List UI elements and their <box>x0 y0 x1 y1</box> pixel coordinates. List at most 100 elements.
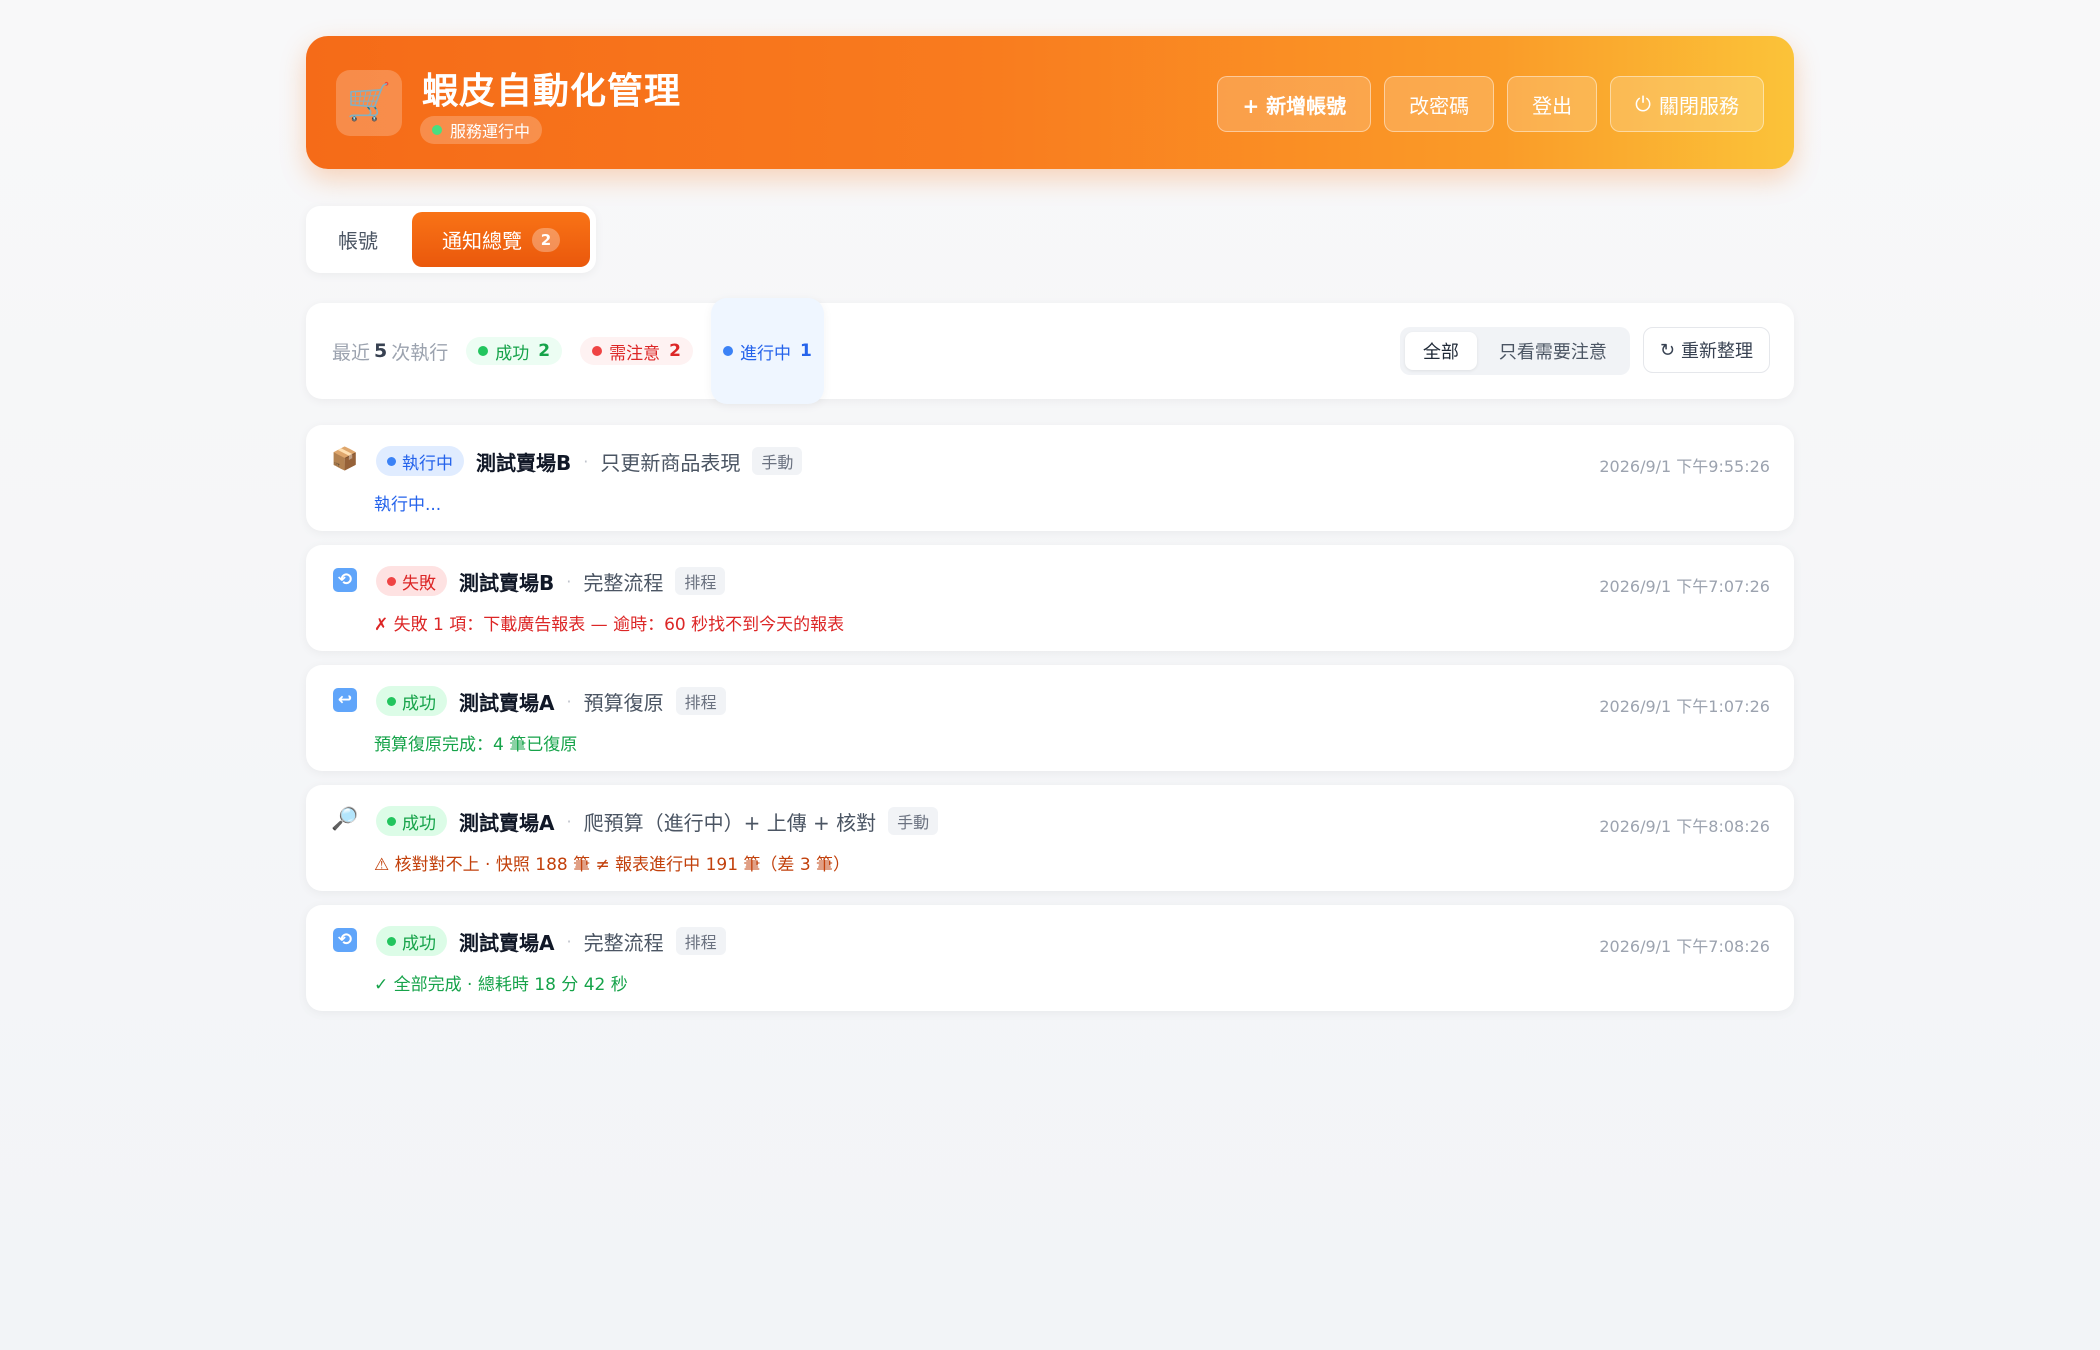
status-badge-success: 成功 <box>376 806 447 836</box>
service-status-label: 服務運行中 <box>450 122 531 141</box>
shutdown-service-button[interactable]: ⏻ 關閉服務 <box>1610 76 1764 132</box>
status-badge-success: 成功 <box>376 926 447 956</box>
status-dot-icon <box>432 125 442 135</box>
run-header: 執行中 測試賣場B · 只更新商品表現 手動 <box>376 445 803 477</box>
status-label: 成功 <box>402 693 436 714</box>
separator-dot: · <box>566 571 572 591</box>
status-label: 成功 <box>402 933 436 954</box>
status-badge-running: 執行中 <box>376 446 464 476</box>
run-item[interactable]: 📦 執行中 測試賣場B · 只更新商品表現 手動 2026/9/1 下午9:55… <box>306 425 1794 531</box>
refresh-label: 重新整理 <box>1681 341 1753 362</box>
trigger-tag: 手動 <box>752 447 803 475</box>
attention-chip-label: 需注意 <box>609 343 661 364</box>
shopping-cart-icon: 🛒 <box>336 70 402 136</box>
package-icon: 📦 <box>331 447 359 472</box>
app-header: 🛒 蝦皮自動化管理 服務運行中 + 新增帳號 改密碼 登出 ⏻ 關閉服務 <box>306 36 1794 169</box>
recent-runs-count: 最近 5 次執行 <box>332 338 448 365</box>
status-label: 執行中 <box>402 453 453 474</box>
separator-dot: · <box>566 691 572 711</box>
status-label: 失敗 <box>402 573 436 594</box>
status-dot-icon <box>387 576 396 586</box>
add-account-button[interactable]: + 新增帳號 <box>1217 76 1372 132</box>
run-timestamp: 2026/9/1 下午7:07:26 <box>1599 577 1770 596</box>
run-item[interactable]: ⟲ 成功 測試賣場A · 完整流程 排程 2026/9/1 下午7:08:26 … <box>306 905 1794 1011</box>
refresh-icon: ⟲ <box>332 927 358 953</box>
refresh-icon: ⟲ <box>332 567 358 593</box>
run-timestamp: 2026/9/1 下午1:07:26 <box>1599 697 1770 716</box>
logout-button[interactable]: 登出 <box>1507 76 1598 132</box>
filter-segmented-control: 全部 只看需要注意 <box>1399 327 1630 375</box>
trigger-tag: 手動 <box>888 807 939 835</box>
filter-attention-button[interactable]: 只看需要注意 <box>1481 332 1625 370</box>
shutdown-service-label: 關閉服務 <box>1659 93 1739 118</box>
status-badge-failed: 失敗 <box>376 566 447 596</box>
task-name: 只更新商品表現 <box>600 450 741 475</box>
status-dot-icon <box>387 816 396 826</box>
task-name: 預算復原 <box>583 690 664 715</box>
tab-notifications[interactable]: 通知總覽 2 <box>412 212 590 267</box>
run-timestamp: 2026/9/1 下午9:55:26 <box>1599 457 1770 476</box>
run-item[interactable]: ↩ 成功 測試賣場A · 預算復原 排程 2026/9/1 下午1:07:26 … <box>306 665 1794 771</box>
task-name: 爬預算（進行中）+ 上傳 + 核對 <box>583 810 877 835</box>
run-list: 📦 執行中 測試賣場B · 只更新商品表現 手動 2026/9/1 下午9:55… <box>306 425 1794 1011</box>
recent-prefix: 最近 <box>332 341 371 364</box>
separator-dot: · <box>566 931 572 951</box>
summary-controls: 全部 只看需要注意 ↻ 重新整理 <box>1399 327 1770 375</box>
run-message: ✗ 失敗 1 項：下載廣告報表 — 逾時：60 秒找不到今天的報表 <box>374 615 845 635</box>
success-chip-count: 2 <box>538 341 551 361</box>
magnifier-icon: 🔎 <box>331 807 359 832</box>
filter-all-button[interactable]: 全部 <box>1404 332 1477 370</box>
separator-dot: · <box>566 811 572 831</box>
run-message: 預算復原完成：4 筆已復原 <box>374 735 578 755</box>
app-container: 🛒 蝦皮自動化管理 服務運行中 + 新增帳號 改密碼 登出 ⏻ 關閉服務 帳號 … <box>306 36 1794 1011</box>
success-dot-icon <box>478 346 489 356</box>
run-header: 成功 測試賣場A · 完整流程 排程 <box>376 925 726 957</box>
recent-suffix: 次執行 <box>391 341 449 364</box>
attention-dot-icon <box>592 346 603 356</box>
attention-chip-count: 2 <box>669 341 681 361</box>
change-password-button[interactable]: 改密碼 <box>1384 76 1495 132</box>
success-count-chip: 成功 2 <box>466 337 563 365</box>
status-dot-icon <box>387 696 396 706</box>
main-tabs: 帳號 通知總覽 2 <box>306 206 596 273</box>
trigger-tag: 排程 <box>675 687 726 715</box>
status-label: 成功 <box>402 813 436 834</box>
running-chip-label: 進行中 <box>739 343 791 364</box>
refresh-icon: ↻ <box>1659 339 1675 361</box>
status-dot-icon <box>387 936 396 946</box>
refresh-button[interactable]: ↻ 重新整理 <box>1642 327 1770 373</box>
runs-summary-bar: 最近 5 次執行 成功 2 需注意 2 進行中 1 全部 只看需要注意 ↻ 重新… <box>306 298 1794 404</box>
run-header: 失敗 測試賣場B · 完整流程 排程 <box>376 565 726 597</box>
store-name: 測試賣場B <box>476 450 572 475</box>
power-icon: ⏻ <box>1635 92 1651 116</box>
run-timestamp: 2026/9/1 下午8:08:26 <box>1599 817 1770 836</box>
trigger-tag: 排程 <box>675 567 726 595</box>
service-status-badge: 服務運行中 <box>420 116 543 144</box>
running-count-chip: 進行中 1 <box>710 298 824 404</box>
run-header: 成功 測試賣場A · 爬預算（進行中）+ 上傳 + 核對 手動 <box>376 805 939 837</box>
store-name: 測試賣場B <box>459 570 555 595</box>
task-name: 完整流程 <box>583 930 664 955</box>
status-badge-success: 成功 <box>376 686 447 716</box>
store-name: 測試賣場A <box>459 930 555 955</box>
app-title: 蝦皮自動化管理 <box>422 71 682 112</box>
store-name: 測試賣場A <box>459 810 555 835</box>
attention-count-chip: 需注意 2 <box>580 337 693 365</box>
run-message: ⚠ 核對對不上 · 快照 188 筆 ≠ 報表進行中 191 筆（差 3 筆） <box>374 855 851 875</box>
run-timestamp: 2026/9/1 下午7:08:26 <box>1599 937 1770 956</box>
running-chip-count: 1 <box>799 341 812 361</box>
run-item[interactable]: ⟲ 失敗 測試賣場B · 完整流程 排程 2026/9/1 下午7:07:26 … <box>306 545 1794 651</box>
status-dot-icon <box>387 456 396 466</box>
run-message: ✓ 全部完成 · 總耗時 18 分 42 秒 <box>374 975 628 995</box>
run-item[interactable]: 🔎 成功 測試賣場A · 爬預算（進行中）+ 上傳 + 核對 手動 2026/9… <box>306 785 1794 891</box>
store-name: 測試賣場A <box>459 690 555 715</box>
recent-count: 5 <box>374 340 388 362</box>
trigger-tag: 排程 <box>675 927 726 955</box>
return-arrow-icon: ↩ <box>332 687 358 713</box>
tab-accounts[interactable]: 帳號 <box>312 212 404 267</box>
running-dot-icon <box>722 346 733 356</box>
run-header: 成功 測試賣場A · 預算復原 排程 <box>376 685 726 717</box>
notifications-count-badge: 2 <box>532 227 560 252</box>
separator-dot: · <box>583 451 589 471</box>
task-name: 完整流程 <box>583 570 664 595</box>
